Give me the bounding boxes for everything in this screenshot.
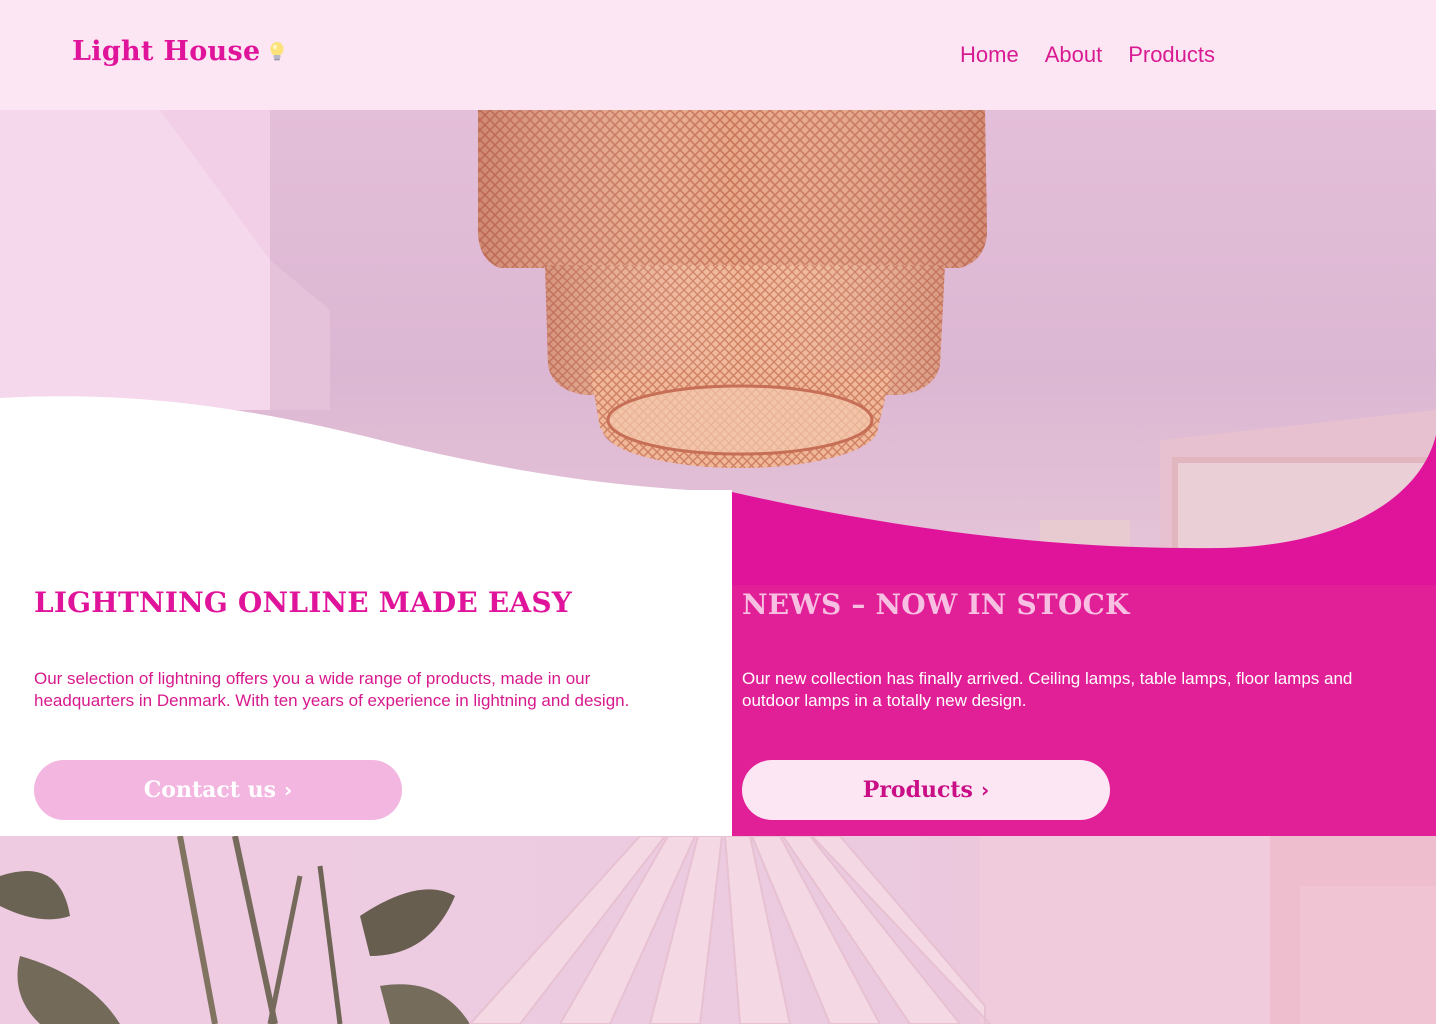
intro-headline: LIGHTNING ONLINE MADE EASY — [34, 586, 572, 619]
news-text: Our new collection has finally arrived. … — [742, 669, 1353, 710]
nav-home-link[interactable]: Home — [960, 42, 1019, 68]
products-button[interactable]: Products › — [742, 760, 1110, 820]
nav-products-link[interactable]: Products — [1128, 42, 1215, 68]
contact-us-button[interactable]: Contact us › — [34, 760, 402, 820]
chevron-right-icon: › — [283, 778, 293, 802]
lightbulb-icon — [270, 41, 284, 60]
logo-link[interactable]: Light House — [72, 36, 286, 67]
main-nav: Home About Products — [960, 42, 1215, 68]
bottom-image — [0, 836, 1436, 1024]
products-label: Products — [862, 777, 973, 803]
contact-us-label: Contact us — [143, 777, 276, 803]
chevron-right-icon: › — [980, 778, 990, 802]
logo-text: Light House — [72, 36, 261, 67]
site-header: Light House Home About Products — [0, 0, 1436, 110]
nav-about-link[interactable]: About — [1045, 42, 1103, 68]
intro-text: Our selection of lightning offers you a … — [34, 669, 630, 710]
news-headline: NEWS – NOW IN STOCK — [742, 588, 1130, 621]
plant-and-lamp-illustration — [0, 836, 1436, 1024]
